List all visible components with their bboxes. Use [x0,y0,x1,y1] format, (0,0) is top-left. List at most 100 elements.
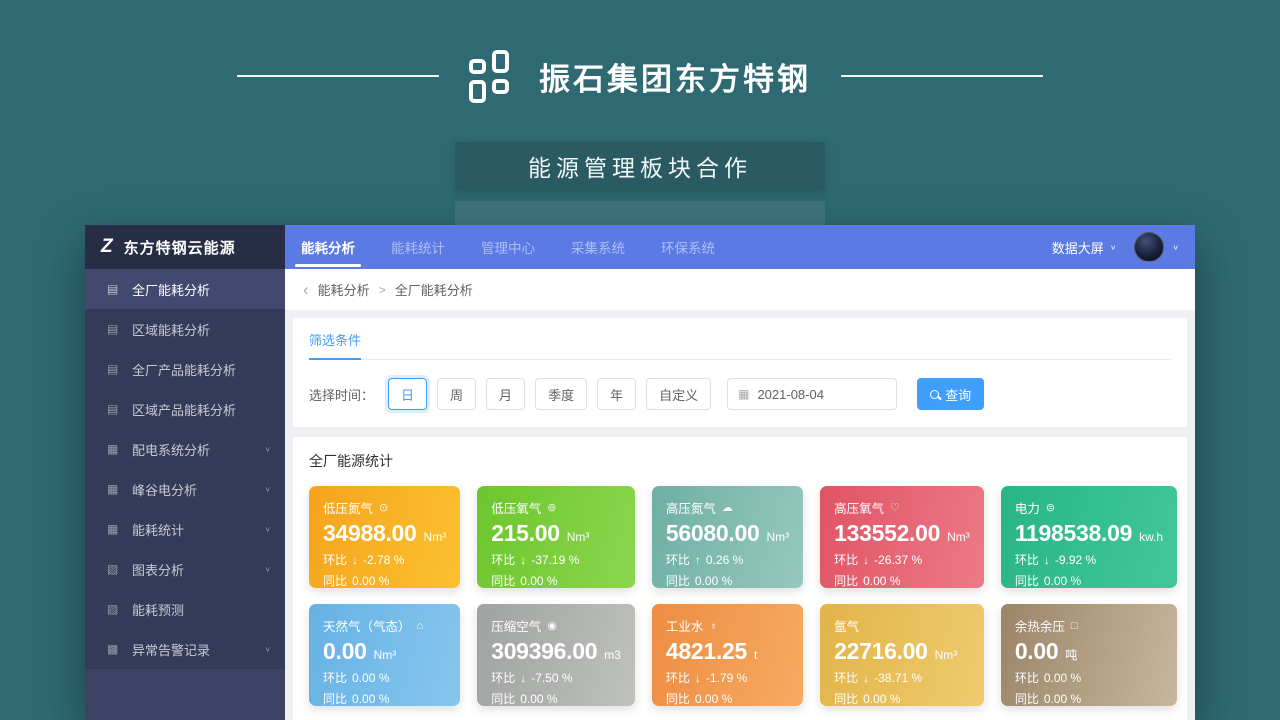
query-button[interactable]: 查询 [917,378,984,410]
yoy-label: 同比 [834,572,858,589]
sidebar-item-alarm-records[interactable]: ▩ 异常告警记录 ∨ [85,629,285,669]
chevron-down-icon: ∨ [1110,243,1117,251]
arrow-up-icon: ↑ [695,553,701,567]
time-month-button[interactable]: 月 [486,378,525,410]
tab-energy-analysis[interactable]: 能耗分析 [301,225,355,269]
card-title: 低压氮气 [323,498,373,517]
sidebar-item-region-product-energy[interactable]: ▤ 区域产品能耗分析 [85,389,285,429]
nav-right: 数据大屏 ∨ ∨ [1052,232,1179,262]
mom-label: 环比 [666,551,690,568]
grid-icon: ▦ [107,442,122,456]
card-title: 氩气 [834,616,859,635]
chevron-down-icon: ∨ [264,485,271,494]
chart-icon: ▧ [107,562,122,576]
mom-value: -9.92 % [1055,553,1096,567]
card-title: 低压氧气 [491,498,541,517]
tab-filter-conditions[interactable]: 筛选条件 [309,330,361,360]
sidebar-item-label: 能耗预测 [132,600,184,619]
sidebar-item-chart-analysis[interactable]: ▧ 图表分析 ∨ [85,549,285,589]
sidebar-item-power-distribution[interactable]: ▦ 配电系统分析 ∨ [85,429,285,469]
card-title: 高压氮气 [666,498,716,517]
tab-collection-system[interactable]: 采集系统 [571,225,625,269]
yoy-value: 0.00 % [695,692,732,706]
mom-label: 环比 [1015,551,1039,568]
grid-icon: ▦ [107,522,122,536]
time-year-button[interactable]: 年 [597,378,636,410]
sidebar-item-energy-forecast[interactable]: ▨ 能耗预测 [85,589,285,629]
arrow-down-icon: ↓ [863,671,869,685]
back-icon[interactable]: ‹ [303,281,309,298]
card-value: 0.00 [323,638,367,665]
arrow-down-icon: ↓ [863,553,869,567]
page-title: 振石集团东方特钢 [539,54,811,99]
tab-environment-system[interactable]: 环保系统 [661,225,715,269]
date-input[interactable] [757,387,886,402]
tab-energy-stats[interactable]: 能耗统计 [391,225,445,269]
mom-value: -38.71 % [874,671,922,685]
sidebar-item-label: 区域能耗分析 [132,320,210,339]
forecast-icon: ▨ [107,602,122,616]
sidebar-item-region-energy-analysis[interactable]: ▤ 区域能耗分析 [85,309,285,349]
card-view-icon: ▤ [107,362,122,376]
stat-card-high-pressure-oxygen: 高压氧气♡ 133552.00Nm³ 环比↓-26.37 % 同比0.00 % [820,486,984,588]
yoy-label: 同比 [323,690,347,707]
stats-panel: 全厂能源统计 低压氮气⊙ 34988.00Nm³ 环比↓-2.78 % 同比0.… [293,437,1187,720]
yoy-label: 同比 [1015,572,1039,589]
stat-card-high-pressure-nitrogen: 高压氮气☁ 56080.00Nm³ 环比↑0.26 % 同比0.00 % [652,486,803,588]
mom-label: 环比 [666,669,690,686]
sidebar-item-label: 异常告警记录 [132,640,210,659]
card-value: 4821.25 [666,638,747,665]
sidebar-footer [85,669,285,720]
sidebar-item-plant-product-energy[interactable]: ▤ 全厂产品能耗分析 [85,349,285,389]
yoy-label: 同比 [491,690,515,707]
chevron-down-icon[interactable]: ∨ [1172,243,1179,251]
card-unit: 吨 [1065,646,1077,663]
big-screen-label: 数据大屏 [1052,238,1104,257]
heat-icon: □ [1071,620,1078,632]
card-unit: m3 [604,648,621,662]
chevron-down-icon: ∨ [264,525,271,534]
tab-label: 能耗统计 [391,237,445,257]
tab-label: 管理中心 [481,237,535,257]
time-day-button[interactable]: 日 [388,378,427,410]
mom-value: -2.78 % [363,553,404,567]
stat-card-compressed-air: 压缩空气◉ 309396.00m3 环比↓-7.50 % 同比0.00 % [477,604,635,706]
sidebar-item-label: 全厂能耗分析 [132,280,210,299]
app-brand: Z 东方特钢云能源 [85,225,285,269]
card-unit: Nm³ [935,648,958,662]
date-picker[interactable]: ▦ [727,378,897,410]
app-logo-icon: Z [101,236,114,258]
time-week-button[interactable]: 周 [437,378,476,410]
app-top-bar: Z 东方特钢云能源 能耗分析 能耗统计 管理中心 采集系统 环保系统 数据大屏 … [85,225,1195,269]
card-title: 工业水 [666,616,704,635]
stat-card-industrial-water: 工业水♁ 4821.25t 环比↓-1.79 % 同比0.00 % [652,604,803,706]
power-icon: ⊜ [1046,501,1055,514]
yoy-label: 同比 [666,690,690,707]
query-button-label: 查询 [945,385,971,404]
yoy-value: 0.00 % [863,574,900,588]
mom-label: 环比 [323,669,347,686]
card-unit: Nm³ [567,530,590,544]
big-screen-dropdown[interactable]: 数据大屏 ∨ [1052,238,1117,257]
alarm-icon: ▩ [107,642,122,656]
stat-card-argon: 氩气 22716.00Nm³ 环比↓-38.71 % 同比0.00 % [820,604,984,706]
mom-value: -26.37 % [874,553,922,567]
breadcrumb-section[interactable]: 能耗分析 [318,280,370,299]
sidebar-item-energy-stats[interactable]: ▦ 能耗统计 ∨ [85,509,285,549]
card-value: 1198538.09 [1015,520,1132,547]
grid-icon: ▦ [107,482,122,496]
subtitle-text: 能源管理板块合作 [528,149,752,183]
time-quarter-button[interactable]: 季度 [535,378,587,410]
tab-management-center[interactable]: 管理中心 [481,225,535,269]
brand-logo-icon [469,50,509,103]
time-custom-button[interactable]: 自定义 [646,378,711,410]
yoy-label: 同比 [491,572,515,589]
stats-section-title: 全厂能源统计 [309,451,1171,471]
search-icon [930,390,939,399]
sidebar-item-plant-energy-analysis[interactable]: ▤ 全厂能耗分析 [85,269,285,309]
avatar[interactable] [1134,232,1164,262]
breadcrumb-separator: > [379,283,386,297]
divider-line-right [841,75,1043,77]
sidebar-item-peak-valley-analysis[interactable]: ▦ 峰谷电分析 ∨ [85,469,285,509]
card-unit: kw.h [1139,530,1163,544]
